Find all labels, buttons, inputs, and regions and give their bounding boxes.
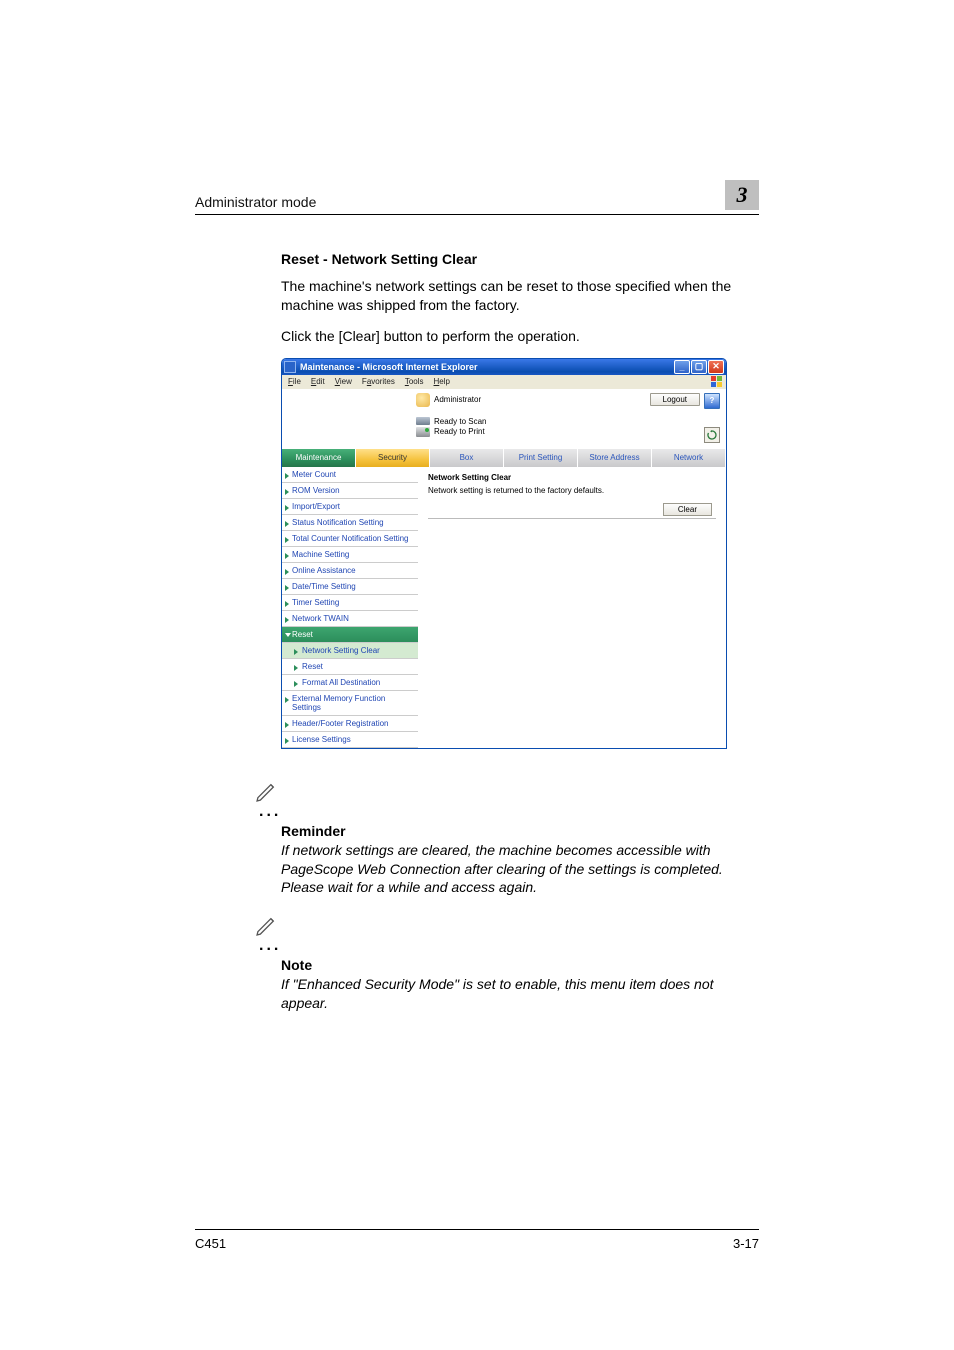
sidebar-item-meter-count[interactable]: Meter Count [282, 467, 418, 483]
menu-tools[interactable]: Tools [405, 377, 424, 386]
main-description: Network setting is returned to the facto… [428, 486, 716, 495]
sidebar-item-timer-setting[interactable]: Timer Setting [282, 595, 418, 611]
body-para-1: The machine's network settings can be re… [281, 277, 759, 315]
sidebar-sub-reset[interactable]: Reset [282, 659, 418, 675]
clear-button[interactable]: Clear [663, 503, 712, 516]
sidebar-item-date-time[interactable]: Date/Time Setting [282, 579, 418, 595]
menu-edit[interactable]: Edit [311, 377, 325, 386]
sidebar-item-online-assistance[interactable]: Online Assistance [282, 563, 418, 579]
tab-box[interactable]: Box [430, 449, 504, 467]
ie-titlebar: Maintenance - Microsoft Internet Explore… [282, 359, 726, 375]
windows-flag-icon [711, 376, 723, 388]
sidebar-item-import-export[interactable]: Import/Export [282, 499, 418, 515]
note-body: If "Enhanced Security Mode" is set to en… [281, 975, 759, 1013]
sidebar-sub-network-setting-clear[interactable]: Network Setting Clear [282, 643, 418, 659]
tab-security[interactable]: Security [356, 449, 430, 467]
reminder-body: If network settings are cleared, the mac… [281, 841, 759, 898]
status-print: Ready to Print [434, 427, 485, 436]
close-icon[interactable]: ✕ [708, 360, 724, 374]
maximize-icon[interactable]: ▢ [691, 360, 707, 374]
footer-model: C451 [195, 1236, 226, 1251]
screenshot-ie-window: Maintenance - Microsoft Internet Explore… [281, 358, 727, 749]
sidebar-sub-format-all-destination[interactable]: Format All Destination [282, 675, 418, 691]
menu-favorites[interactable]: Favorites [362, 377, 395, 386]
sidebar-item-machine-setting[interactable]: Machine Setting [282, 547, 418, 563]
callout-note: ... Note If "Enhanced Security Mode" is … [253, 913, 759, 1013]
scanner-icon [416, 417, 430, 425]
minimize-icon[interactable]: _ [674, 360, 690, 374]
sidebar-item-status-notification[interactable]: Status Notification Setting [282, 515, 418, 531]
help-button[interactable]: ? [704, 393, 720, 409]
webapp-top-bar: Administrator Ready to Scan Ready to Pri… [282, 389, 726, 449]
dots-icon: ... [259, 937, 281, 954]
ie-app-icon [284, 361, 296, 373]
admin-user-icon [416, 393, 430, 407]
section-title: Reset - Network Setting Clear [281, 251, 759, 267]
sidebar-item-network-twain[interactable]: Network TWAIN [282, 611, 418, 627]
header-title: Administrator mode [195, 194, 316, 210]
sidebar: Meter Count ROM Version Import/Export St… [282, 467, 418, 748]
sidebar-item-external-memory[interactable]: External Memory Function Settings [282, 691, 418, 716]
tab-maintenance[interactable]: Maintenance [282, 449, 356, 467]
sidebar-item-license-settings[interactable]: License Settings [282, 732, 418, 748]
ie-window-title: Maintenance - Microsoft Internet Explore… [300, 362, 478, 372]
logout-button[interactable]: Logout [650, 393, 700, 406]
pencil-icon [253, 913, 759, 939]
status-scan: Ready to Scan [434, 417, 486, 426]
dots-icon: ... [259, 803, 281, 820]
ie-menubar: File Edit View Favorites Tools Help [282, 375, 726, 389]
webapp-tabs: Maintenance Security Box Print Setting S… [282, 449, 726, 467]
note-head: Note [281, 957, 759, 973]
printer-icon [416, 427, 430, 437]
main-title: Network Setting Clear [428, 473, 716, 482]
sidebar-item-header-footer[interactable]: Header/Footer Registration [282, 716, 418, 732]
tab-store-address[interactable]: Store Address [578, 449, 652, 467]
tab-network[interactable]: Network [652, 449, 726, 467]
pencil-icon [253, 779, 759, 805]
footer-page: 3-17 [733, 1236, 759, 1251]
sidebar-item-total-counter-notification[interactable]: Total Counter Notification Setting [282, 531, 418, 547]
menu-view[interactable]: View [335, 377, 352, 386]
admin-label: Administrator [434, 395, 481, 404]
refresh-button[interactable] [704, 427, 720, 443]
sidebar-item-reset[interactable]: Reset [282, 627, 418, 643]
callout-reminder: ... Reminder If network settings are cle… [253, 779, 759, 898]
menu-file[interactable]: File [288, 377, 301, 386]
main-pane: Network Setting Clear Network setting is… [418, 467, 726, 748]
chapter-number: 3 [725, 180, 759, 210]
page-header: Administrator mode 3 [195, 180, 759, 215]
reminder-head: Reminder [281, 823, 759, 839]
page-footer: C451 3-17 [195, 1229, 759, 1251]
menu-help[interactable]: Help [434, 377, 450, 386]
sidebar-item-rom-version[interactable]: ROM Version [282, 483, 418, 499]
tab-print-setting[interactable]: Print Setting [504, 449, 578, 467]
body-para-2: Click the [Clear] button to perform the … [281, 327, 759, 346]
